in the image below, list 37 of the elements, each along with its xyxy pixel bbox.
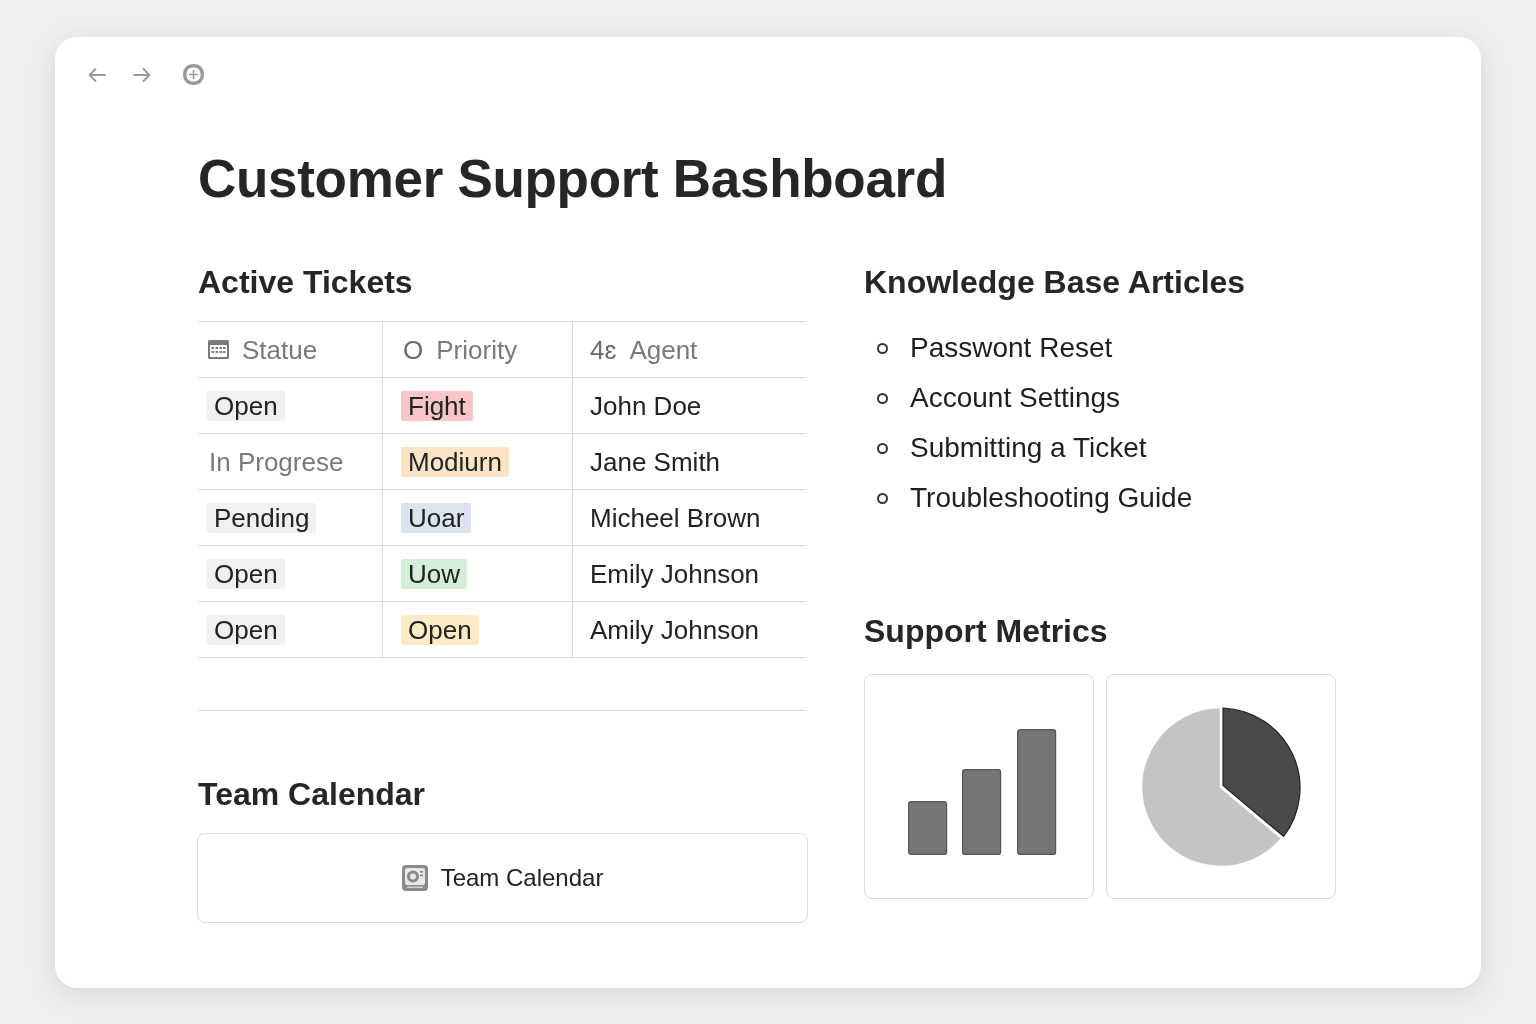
status-tag: Open xyxy=(207,558,285,589)
status-tag: Open xyxy=(207,390,285,421)
app-tile-icon xyxy=(401,865,428,891)
agent-name: Emily Johnson xyxy=(590,558,760,589)
header-glyph: O xyxy=(403,334,424,365)
priority-tag: Modiurn xyxy=(401,446,509,477)
calendar-icon xyxy=(208,340,229,359)
status-tag: Pending xyxy=(207,502,317,533)
agent-name: Jane Smith xyxy=(590,446,721,477)
status-text: In Progrese xyxy=(208,446,344,477)
priority-tag: Open xyxy=(401,614,479,645)
bullet-icon xyxy=(877,492,888,504)
agent-name: John Doe xyxy=(590,390,702,421)
priority-tag: Uoar xyxy=(401,502,472,533)
section-heading: Support Metrics xyxy=(864,612,1108,651)
article-link[interactable]: Troubleshooting Guide xyxy=(910,481,1193,515)
column-header[interactable]: Statue xyxy=(242,334,318,365)
bullet-icon xyxy=(877,392,888,404)
bullet-icon xyxy=(877,442,888,454)
priority-tag: Uow xyxy=(401,558,467,589)
agent-name: Micheel Brown xyxy=(590,502,761,533)
column-header[interactable]: Agent xyxy=(629,334,698,365)
article-link[interactable]: Account Settings xyxy=(910,381,1121,415)
article-link[interactable]: Passwont Reset xyxy=(910,331,1113,365)
column-header[interactable]: Priority xyxy=(436,334,518,365)
agent-name: Amily Johnson xyxy=(590,614,760,645)
section-heading: Knowledge Base Articles xyxy=(864,263,1246,302)
header-glyph: 4ɛ xyxy=(590,334,617,365)
priority-tag: Fight xyxy=(401,390,473,421)
calendar-embed-button[interactable]: Team Calendar xyxy=(197,833,808,923)
section-heading: Active Tickets xyxy=(198,263,413,302)
section-heading: Team Calendar xyxy=(198,775,426,814)
bullet-icon xyxy=(877,342,888,354)
article-link[interactable]: Submitting a Ticket xyxy=(910,431,1147,465)
back-arrow-icon[interactable] xyxy=(88,67,106,82)
status-tag: Open xyxy=(207,614,285,645)
forward-arrow-icon[interactable] xyxy=(133,67,151,82)
